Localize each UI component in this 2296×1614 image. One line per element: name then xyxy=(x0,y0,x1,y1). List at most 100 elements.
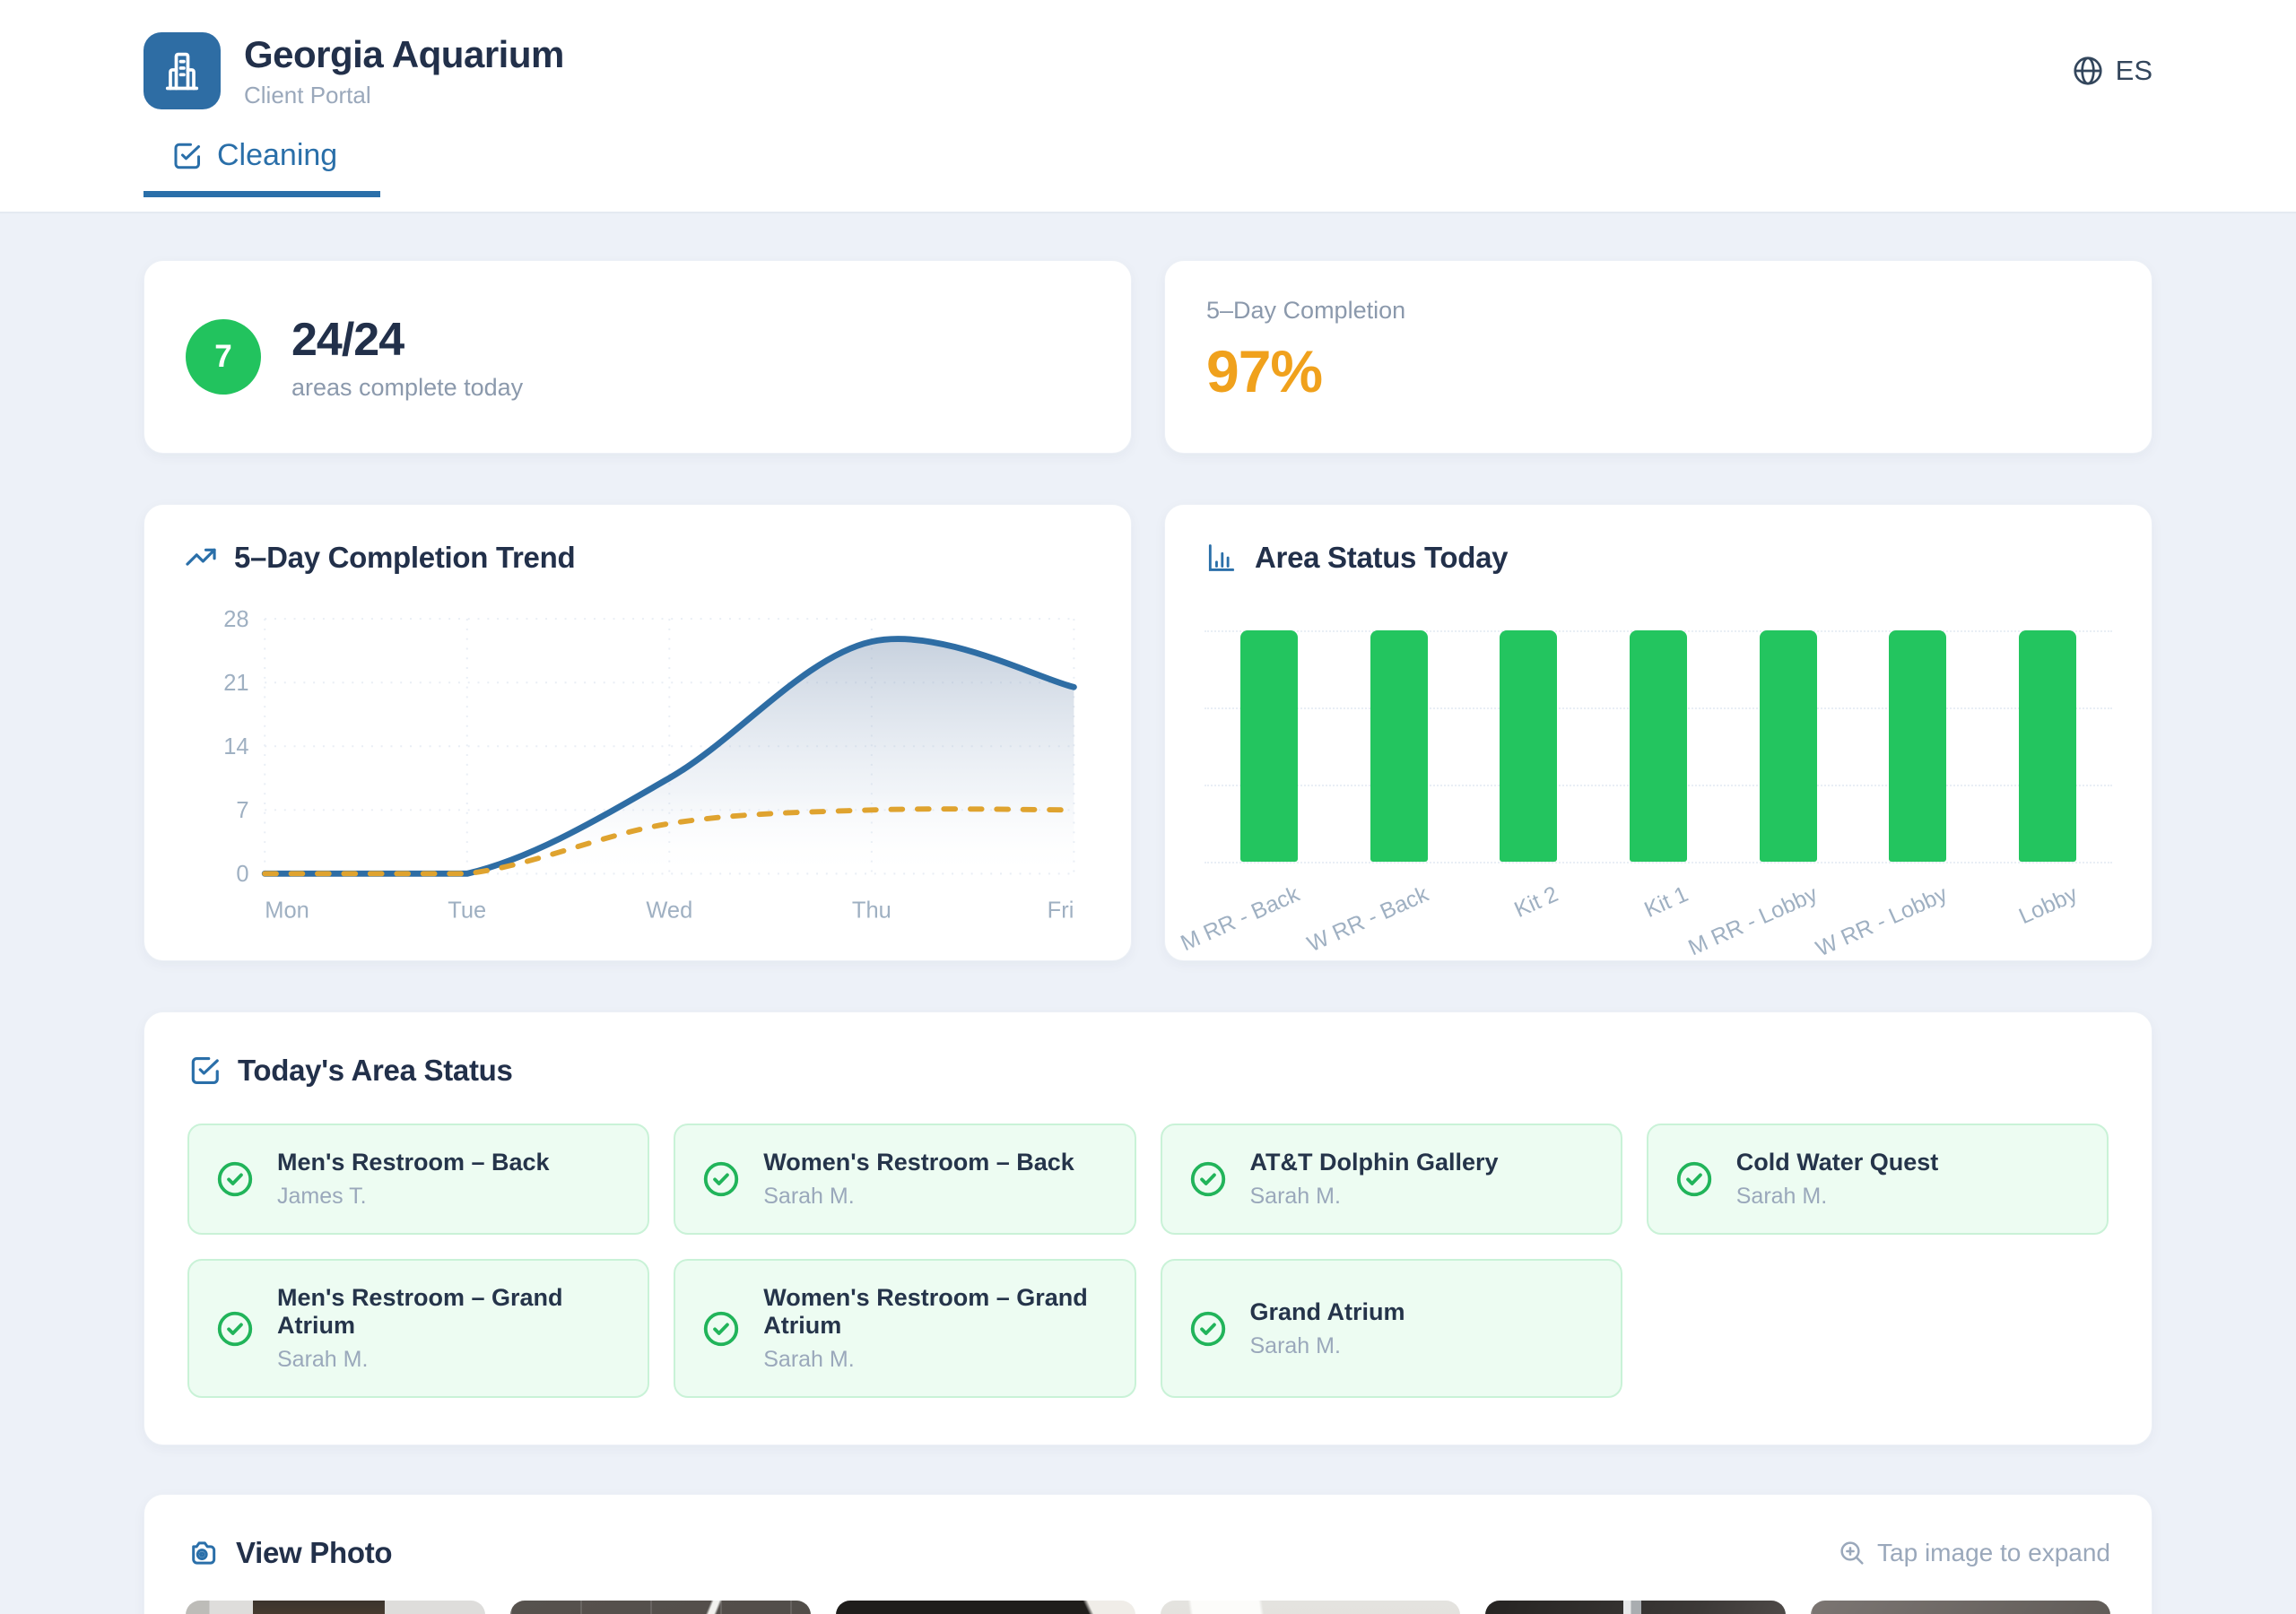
status-bar xyxy=(1240,630,1298,862)
check-circle-icon xyxy=(214,1158,256,1200)
staff-name: Sarah M. xyxy=(763,1184,1074,1210)
status-bar xyxy=(1370,630,1428,862)
status-bar xyxy=(1630,630,1687,862)
area-name: Cold Water Quest xyxy=(1736,1149,1939,1176)
check-circle-icon xyxy=(214,1308,256,1349)
area-name: AT&T Dolphin Gallery xyxy=(1250,1149,1499,1176)
svg-text:Thu: Thu xyxy=(852,898,891,923)
language-switcher[interactable]: ES xyxy=(2071,54,2152,88)
staff-name: James T. xyxy=(277,1184,550,1210)
staff-name: Sarah M. xyxy=(277,1347,622,1373)
status-bar xyxy=(1889,630,1946,862)
check-square-icon xyxy=(170,140,203,172)
area-status-tile: Women's Restroom – Grand Atrium Sarah M. xyxy=(674,1259,1135,1398)
photo-thumbnail-ceiling-dispenser[interactable] xyxy=(836,1601,1135,1614)
photo-thumbnail-bright-ceiling[interactable] xyxy=(1161,1601,1460,1614)
view-photo-title: View Photo xyxy=(236,1536,392,1570)
staff-name: Sarah M. xyxy=(1250,1333,1405,1359)
bar-label: M RR - Lobby xyxy=(1685,881,1822,961)
completion-label: 5–Day Completion xyxy=(1206,297,2110,325)
bar-slot: M RR - Lobby xyxy=(1760,630,1817,862)
five-day-completion-card: 5–Day Completion 97% xyxy=(1164,260,2152,454)
check-circle-icon xyxy=(1674,1158,1715,1200)
check-square-icon xyxy=(187,1054,222,1088)
trend-line-chart: 07142128MonTueWedThuFri xyxy=(184,582,1091,933)
camera-icon xyxy=(186,1536,220,1570)
area-name: Grand Atrium xyxy=(1250,1298,1405,1326)
tab-cleaning[interactable]: Cleaning xyxy=(144,138,380,197)
check-circle-icon xyxy=(1187,1158,1229,1200)
status-bar xyxy=(1760,630,1817,862)
todays-area-status-card: Today's Area Status Men's Restroom – Bac… xyxy=(144,1011,2152,1445)
page-title: Georgia Aquarium xyxy=(244,33,564,76)
svg-text:21: 21 xyxy=(223,671,248,696)
area-status-chart-card: Area Status Today M RR - BackW RR - Back… xyxy=(1164,504,2152,961)
tab-bar: Cleaning xyxy=(0,138,2296,197)
brand-row: Georgia Aquarium Client Portal ES xyxy=(0,0,2296,109)
svg-text:Wed: Wed xyxy=(646,898,692,923)
bar-label: W RR - Back xyxy=(1304,881,1433,958)
areas-complete-card: 7 24/24 areas complete today xyxy=(144,260,1132,454)
bar-label: Lobby xyxy=(2014,881,2081,930)
area-status-tile: Cold Water Quest Sarah M. xyxy=(1647,1124,2109,1235)
bar-slot: W RR - Back xyxy=(1370,630,1428,862)
photo-expand-hint: Tap image to expand xyxy=(1838,1539,2110,1567)
app-logo xyxy=(144,32,221,109)
trend-chart-card: 5–Day Completion Trend 0 7 14 21 28 Mon Tue Wed… xyxy=(144,504,1132,961)
building-icon xyxy=(159,48,205,94)
photo-expand-hint-text: Tap image to expand xyxy=(1877,1539,2110,1567)
bar-label: Kit 1 xyxy=(1640,881,1692,924)
completion-percent: 97% xyxy=(1206,337,2110,405)
svg-text:0: 0 xyxy=(236,862,248,887)
bar-slot: Kit 2 xyxy=(1500,630,1557,862)
photo-thumbnail-dark-tile-wall[interactable] xyxy=(510,1601,810,1614)
check-circle-icon xyxy=(700,1158,742,1200)
main-content: 7 24/24 areas complete today 5–Day Compl… xyxy=(0,213,2296,1614)
status-bar xyxy=(2019,630,2076,862)
photo-thumbnail-tile-dispenser[interactable] xyxy=(1811,1601,2110,1614)
tab-label: Cleaning xyxy=(217,138,337,173)
area-status-tile: Men's Restroom – Back James T. xyxy=(187,1124,649,1235)
areas-count-badge: 7 xyxy=(186,319,261,395)
photo-strip xyxy=(186,1601,2110,1614)
area-name: Men's Restroom – Back xyxy=(277,1149,550,1176)
bar-chart-icon xyxy=(1205,541,1239,575)
areas-complete-ratio: 24/24 xyxy=(291,313,523,367)
staff-name: Sarah M. xyxy=(1250,1184,1499,1210)
photo-thumbnail-restroom-door[interactable] xyxy=(186,1601,485,1614)
bar-slot: Kit 1 xyxy=(1630,630,1687,862)
trending-up-icon xyxy=(184,541,218,575)
bar-label: Kit 2 xyxy=(1511,881,1563,924)
area-status-tile: Men's Restroom – Grand AtriumSarah M. xyxy=(187,1259,649,1398)
area-name: Women's Restroom – Back xyxy=(763,1149,1074,1176)
svg-text:Mon: Mon xyxy=(265,898,309,923)
trend-chart-title: 5–Day Completion Trend xyxy=(234,541,575,575)
svg-text:14: 14 xyxy=(223,734,248,759)
todays-area-status-title: Today's Area Status xyxy=(238,1054,513,1088)
bar-gridline xyxy=(1205,862,2112,863)
status-grid: Men's Restroom – Back James T. Women's Res… xyxy=(187,1124,2109,1398)
zoom-in-icon xyxy=(1838,1539,1866,1567)
check-circle-icon xyxy=(700,1308,742,1349)
area-status-chart-title: Area Status Today xyxy=(1255,541,1508,575)
bar-slot: M RR - Back xyxy=(1240,630,1298,862)
bar-slot: Lobby xyxy=(2019,630,2076,862)
bar-label: M RR - Back xyxy=(1177,881,1303,957)
bar-slot: W RR - Lobby xyxy=(1889,630,1946,862)
app-header: Georgia Aquarium Client Portal ES Cleani… xyxy=(0,0,2296,213)
area-status-tile: Grand Atrium Sarah M. xyxy=(1161,1259,1622,1398)
svg-text:28: 28 xyxy=(223,607,248,632)
svg-text:7: 7 xyxy=(236,798,248,823)
check-circle-icon xyxy=(1187,1308,1229,1349)
areas-complete-caption: areas complete today xyxy=(291,374,523,402)
area-name: Women's Restroom – Grand Atrium xyxy=(763,1284,1109,1340)
photo-thumbnail-sink-faucet[interactable] xyxy=(1485,1601,1785,1614)
area-status-bar-chart: M RR - Back W RR - Back Kit 2 Kit 1 M RR - L… xyxy=(1205,630,2112,862)
view-photo-card: View Photo Tap image to expand xyxy=(144,1494,2152,1614)
language-code: ES xyxy=(2116,55,2152,87)
staff-name: Sarah M. xyxy=(763,1347,1109,1373)
page-subtitle: Client Portal xyxy=(244,82,564,109)
area-status-tile: AT&T Dolphin Gallery Sarah M. xyxy=(1161,1124,1622,1235)
svg-text:Tue: Tue xyxy=(448,898,486,923)
staff-name: Sarah M. xyxy=(1736,1184,1939,1210)
